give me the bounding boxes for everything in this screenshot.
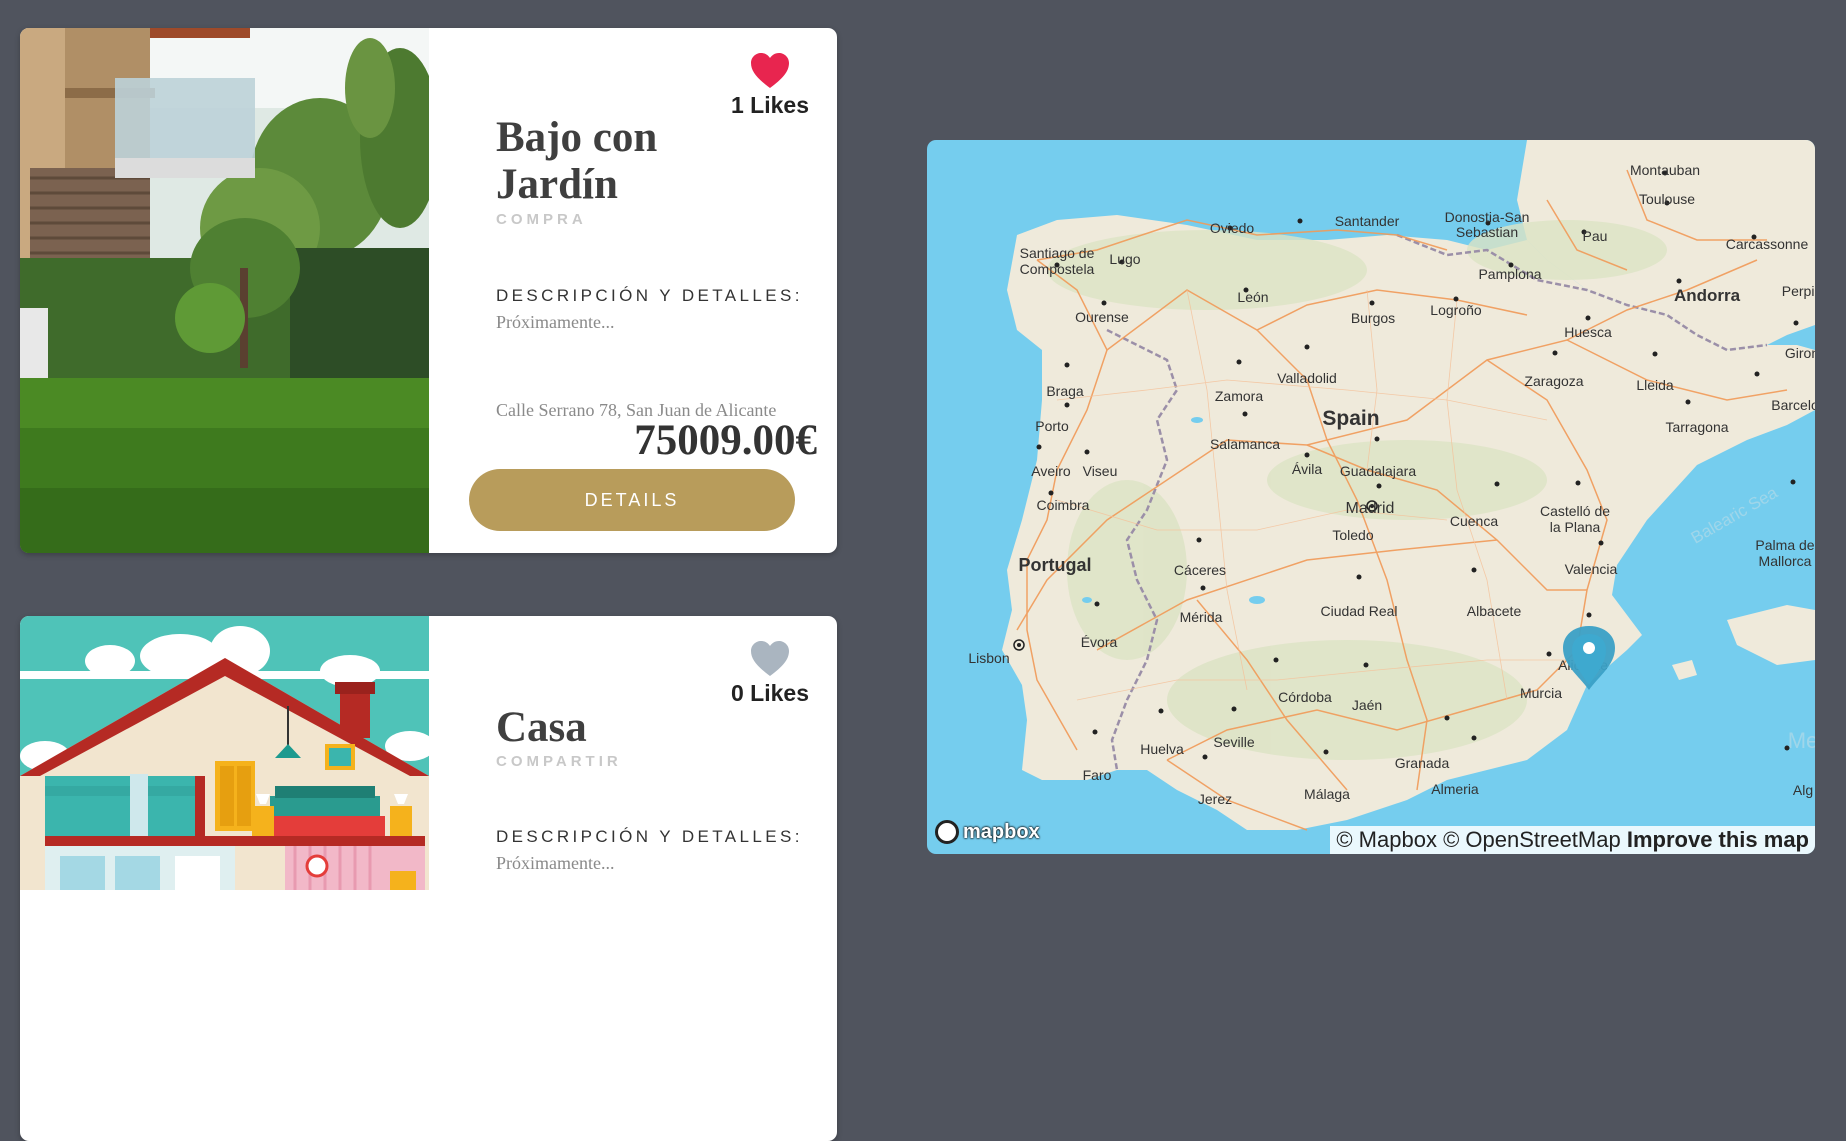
map-label: Huesca [1564,324,1612,340]
map-label: Murcia [1520,685,1562,701]
map-label: Carcassonne [1726,236,1809,252]
map-label: Zamora [1215,388,1263,404]
map-label: la Plana [1550,519,1601,535]
heart-icon[interactable] [750,640,790,678]
mapbox-logo-text: mapbox [963,820,1040,843]
map-label: Spain [1322,407,1379,430]
map-label: Perpig [1782,283,1815,299]
map-label: Málaga [1304,786,1350,802]
listing-type: COMPRA [496,211,587,228]
map-label: Oviedo [1210,220,1255,236]
map-label: Lugo [1109,251,1140,267]
map-label: Seville [1213,734,1254,750]
map-label: Andorra [1674,286,1741,305]
map-attribution: © Mapbox © OpenStreetMap Improve this ma… [1330,826,1815,854]
listing-photo-house[interactable] [20,616,429,1141]
description-text: Próximamente... [496,853,615,873]
map-label: Jerez [1198,791,1232,807]
map-label: Lisbon [968,650,1009,666]
map-label: Évora [1081,634,1118,650]
listing-info: 1 Likes Bajo con Jardín COMPRA DESCRIPCI… [429,28,837,553]
map-label: Montauban [1630,162,1700,178]
map-label: Mérida [1180,609,1223,625]
details-button[interactable]: DETAILS [469,469,795,531]
improve-map-link[interactable]: Improve this map [1627,827,1809,852]
mapbox-attribution-link[interactable]: © Mapbox [1336,827,1437,852]
map-label: Santiago de [1020,245,1095,261]
map-label: Barcelo [1771,397,1815,413]
map-label: Huelva [1140,741,1184,757]
map-label: Jaén [1352,697,1382,713]
like-control: 1 Likes [715,52,825,119]
listing-title: Bajo con Jardín [496,114,658,208]
map-label: Coimbra [1037,497,1090,513]
map-label: Palma de [1755,537,1814,553]
map-label: Compostela [1020,261,1095,277]
mapbox-icon [935,820,959,844]
map-label: Faro [1083,767,1112,783]
map-view[interactable]: Montauban Toulouse Santander Donostia-Sa… [927,140,1815,854]
map-label: Alg [1793,782,1813,798]
map-label: Lleida [1636,377,1674,393]
like-control: 0 Likes [715,640,825,707]
mapbox-logo[interactable]: mapbox [935,818,1040,846]
osm-attribution-link[interactable]: © OpenStreetMap [1443,827,1621,852]
map-label: Mallorca [1759,553,1812,569]
map-label: Pau [1583,228,1608,244]
likes-count: 0 Likes [731,680,809,706]
map-label: Aveiro [1031,463,1071,479]
map-label: Córdoba [1278,689,1332,705]
map-label: Castelló de [1540,503,1610,519]
map-label: Me [1788,728,1815,753]
map-label: Cáceres [1174,562,1226,578]
listing-type: COMPARTIR [496,753,622,770]
heart-icon[interactable] [750,52,790,90]
map-label: Ciudad Real [1320,603,1397,619]
map-label: Logroño [1430,302,1482,318]
listing-card: 1 Likes Bajo con Jardín COMPRA DESCRIPCI… [20,28,837,553]
map-label: Almeria [1431,781,1479,797]
map-label: Porto [1035,418,1069,434]
listing-photo-garden[interactable] [20,28,429,553]
map-label: Viseu [1083,463,1118,479]
listing-title: Casa [496,704,587,751]
map-label: Madrid [1346,500,1395,517]
map-label: Zaragoza [1524,373,1583,389]
map-label: Toulouse [1639,191,1695,207]
map-label: Ourense [1075,309,1129,325]
map-label: Granada [1395,755,1450,771]
map-label: Guadalajara [1340,463,1416,479]
map-label: Toledo [1332,527,1373,543]
listing-info: 0 Likes Casa COMPARTIR DESCRIPCIÓN Y DET… [429,616,837,1141]
map-label: Ávila [1292,461,1323,477]
map-label: Portugal [1018,555,1091,575]
map-label: Sebastian [1456,224,1518,240]
map-label: Valladolid [1277,370,1337,386]
description-heading: DESCRIPCIÓN Y DETALLES: [496,827,803,846]
map-label: Tarragona [1665,419,1728,435]
map-label: Cuenca [1450,513,1498,529]
description-heading: DESCRIPCIÓN Y DETALLES: [496,286,803,305]
map-label: Salamanca [1210,436,1280,452]
map-label: León [1237,289,1268,305]
map-label: Albacete [1467,603,1522,619]
map-label: Santander [1335,213,1400,229]
map-label: Burgos [1351,310,1395,326]
map-label: Pamplona [1478,266,1541,282]
map-label: Braga [1046,383,1084,399]
listing-card: 0 Likes Casa COMPARTIR DESCRIPCIÓN Y DET… [20,616,837,1141]
listing-price: 75009.00€ [634,417,817,464]
map-label: Giron [1785,345,1815,361]
map-label: Valencia [1565,561,1618,577]
map-label: Donostia-San [1445,209,1530,225]
description-text: Próximamente... [496,312,615,332]
